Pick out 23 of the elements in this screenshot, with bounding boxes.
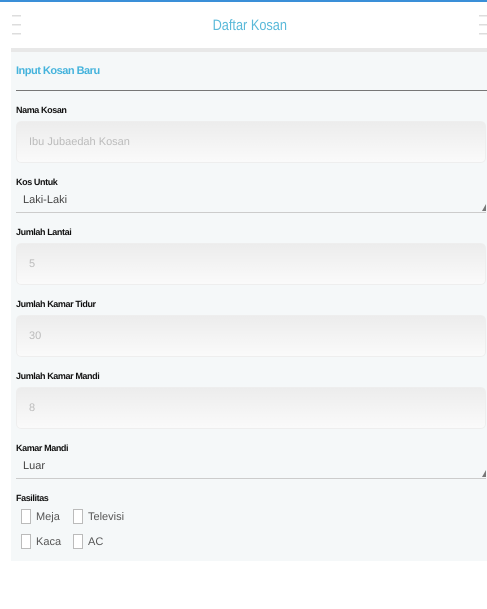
checkbox-option[interactable]: Kaca	[21, 534, 73, 549]
checkbox-option[interactable]: AC	[73, 534, 133, 549]
field-label: Kamar Mandi	[16, 442, 68, 455]
field-label: Fasilitas	[16, 492, 48, 505]
input-field[interactable]: 8	[16, 387, 486, 429]
select-field[interactable]: Luar	[16, 453, 486, 479]
page-title: Daftar Kosan	[212, 16, 288, 34]
field-label: Nama Kosan	[16, 104, 67, 117]
checkbox-option[interactable]: Meja	[21, 509, 73, 524]
resize-corner-icon	[482, 204, 486, 211]
input-field[interactable]: 5	[16, 243, 486, 285]
input-field[interactable]: 30	[16, 315, 486, 357]
field-label: Kos Untuk	[16, 176, 58, 189]
field-label: Jumlah Lantai	[16, 226, 72, 239]
field-label: Jumlah Kamar Tidur	[16, 298, 96, 311]
field-label: Jumlah Kamar Mandi	[16, 370, 100, 383]
input-field[interactable]: Ibu Jubaedah Kosan	[16, 121, 486, 163]
select-field[interactable]: Laki-Laki	[16, 187, 486, 213]
menu-icon[interactable]	[12, 14, 21, 36]
checkbox-option[interactable]: Televisi	[73, 509, 133, 524]
form-title: Input Kosan Baru	[16, 65, 100, 77]
menu-icon[interactable]	[478, 14, 487, 36]
resize-corner-icon	[482, 470, 486, 477]
